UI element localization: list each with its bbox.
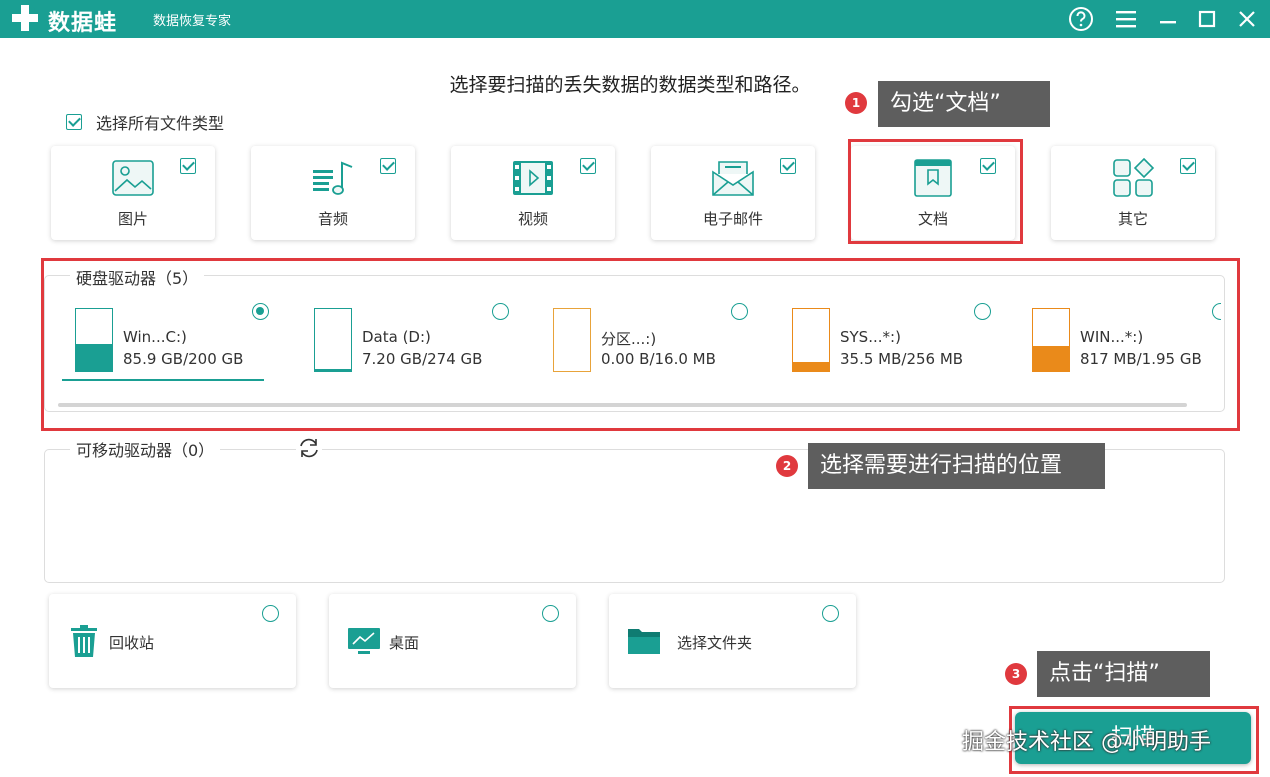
close-icon[interactable] (1234, 6, 1260, 32)
location-card-desktop[interactable]: 桌面 (329, 594, 576, 688)
image-icon (112, 160, 154, 196)
other-icon (1113, 158, 1155, 197)
select-all-checkbox[interactable]: 选择所有文件类型 (66, 110, 224, 134)
folder-icon (628, 629, 660, 654)
removable-drives-title: 可移动驱动器（0） (70, 437, 221, 461)
minimize-icon[interactable] (1155, 6, 1181, 32)
app-name: 数据蛙 (48, 11, 118, 36)
file-type-card-email[interactable]: 电子邮件 (651, 146, 815, 240)
maximize-icon[interactable] (1194, 6, 1220, 32)
title-bar: 数据蛙 数据恢复专家 (0, 0, 1270, 38)
file-type-label: 其它 (1117, 210, 1148, 228)
music-icon (313, 161, 353, 195)
radio-button[interactable] (542, 605, 559, 622)
app-logo-icon (12, 5, 38, 31)
file-type-label: 视频 (517, 210, 548, 228)
video-icon (513, 161, 553, 195)
checkbox-checked-icon[interactable] (180, 158, 196, 174)
location-label: 桌面 (389, 634, 420, 652)
highlight-box-document (848, 139, 1023, 244)
select-all-label: 选择所有文件类型 (96, 114, 225, 133)
page-heading: 选择要扫描的丢失数据的数据类型和路径。 (449, 74, 811, 96)
file-type-label: 图片 (117, 210, 148, 228)
step-badge-2: 2 (776, 455, 798, 477)
email-icon (712, 161, 754, 196)
step-badge-1: 1 (845, 92, 867, 114)
checkbox-checked-icon[interactable] (780, 158, 796, 174)
checkbox-checked-icon (66, 114, 82, 130)
callout-step-1: 勾选“文档” (878, 81, 1050, 127)
callout-step-2: 选择需要进行扫描的位置 (808, 443, 1105, 489)
highlight-box-drives (41, 258, 1240, 431)
menu-icon[interactable] (1113, 6, 1139, 32)
file-type-label: 音频 (317, 210, 348, 228)
location-card-recycle-bin[interactable]: 回收站 (49, 594, 296, 688)
checkbox-checked-icon[interactable] (1180, 158, 1196, 174)
file-type-label: 电子邮件 (702, 210, 763, 228)
step-badge-3: 3 (1005, 663, 1027, 685)
help-icon[interactable] (1068, 6, 1094, 32)
callout-step-3: 点击“扫描” (1037, 651, 1210, 697)
refresh-icon[interactable] (296, 436, 322, 460)
file-type-card-image[interactable]: 图片 (51, 146, 215, 240)
checkbox-checked-icon[interactable] (580, 158, 596, 174)
location-label: 回收站 (109, 634, 155, 652)
file-type-card-audio[interactable]: 音频 (251, 146, 415, 240)
checkbox-checked-icon[interactable] (380, 158, 396, 174)
desktop-icon (348, 628, 380, 654)
recycle-bin-icon (71, 625, 97, 657)
location-card-folder[interactable]: 选择文件夹 (609, 594, 856, 688)
file-type-card-video[interactable]: 视频 (451, 146, 615, 240)
file-type-card-other[interactable]: 其它 (1051, 146, 1215, 240)
radio-button[interactable] (822, 605, 839, 622)
watermark: 掘金技术社区 @小明助手 (962, 730, 1211, 755)
app-subtitle: 数据恢复专家 (153, 14, 232, 29)
radio-button[interactable] (262, 605, 279, 622)
location-label: 选择文件夹 (677, 634, 753, 652)
